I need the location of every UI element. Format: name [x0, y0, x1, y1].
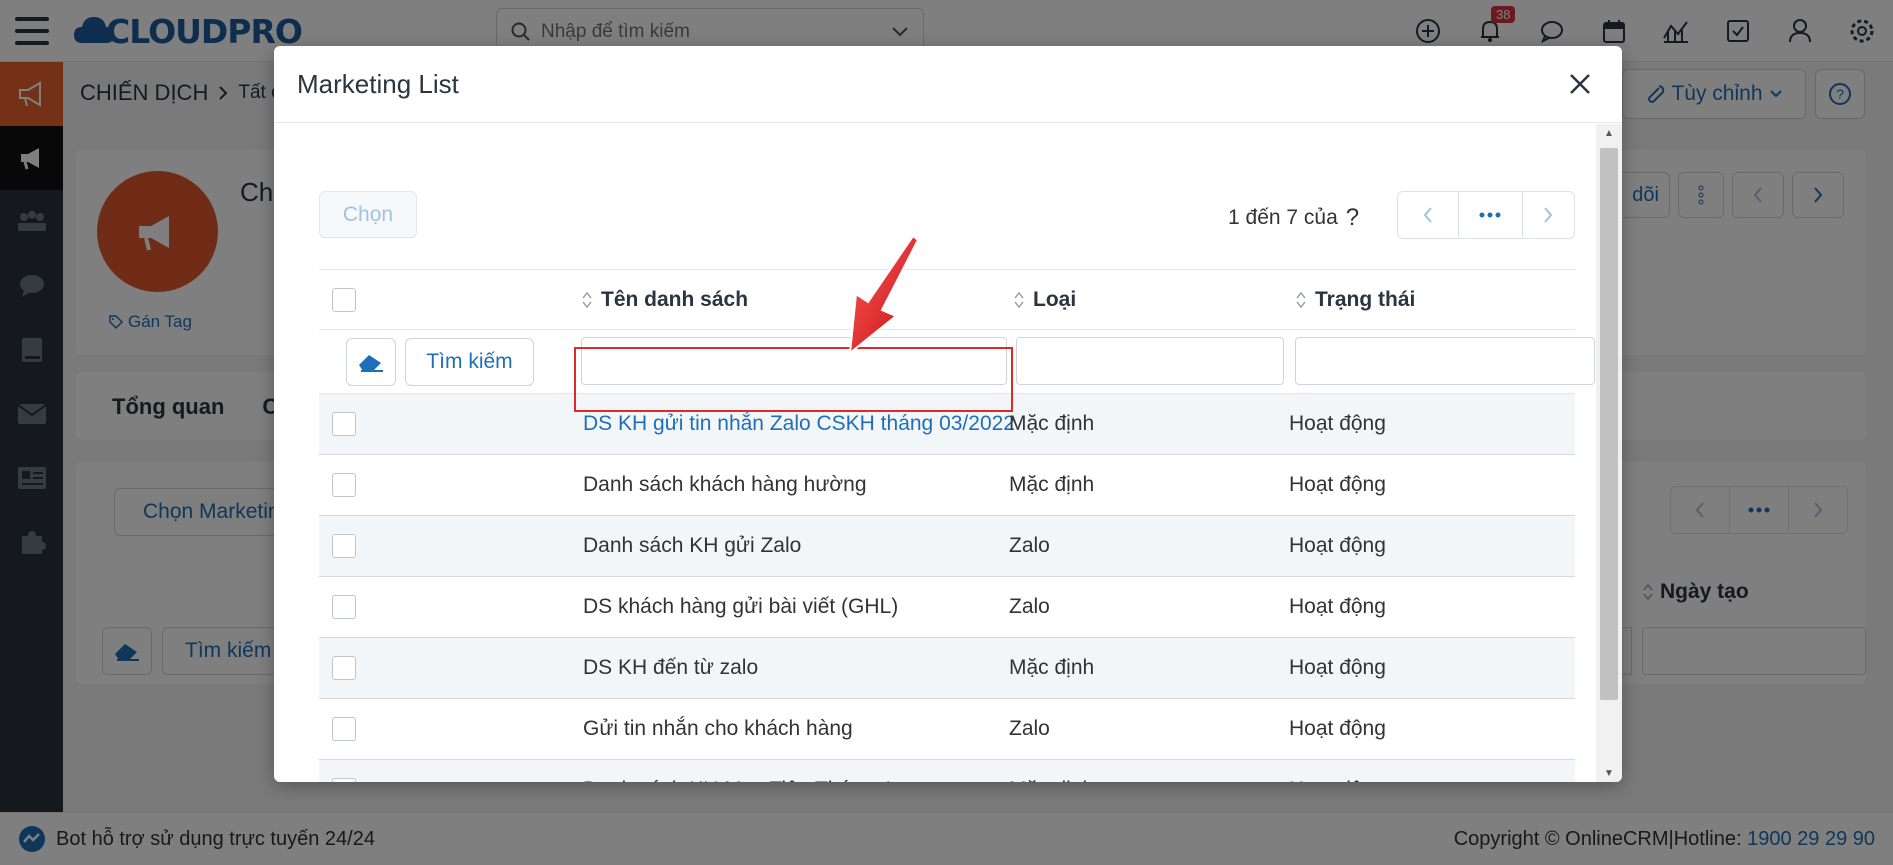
- row-status: Hoạt động: [1289, 656, 1386, 679]
- row-checkbox[interactable]: [332, 516, 356, 576]
- sort-icon: [1296, 291, 1306, 308]
- pager-range: 1 đến 7 của: [1228, 206, 1338, 229]
- row-name[interactable]: Danh sách khách hàng hường: [583, 455, 867, 515]
- scroll-down-arrow-icon[interactable]: ▼: [1596, 764, 1622, 782]
- pager-info: 1 đến 7 của ?: [1228, 204, 1359, 232]
- row-name[interactable]: Gửi tin nhắn cho khách hàng: [583, 699, 853, 759]
- column-header-type[interactable]: Loại: [1013, 270, 1076, 329]
- modal-body: Chọn 1 đến 7 của ? Tên danh sách Loại Tr…: [274, 124, 1596, 782]
- row-name[interactable]: DS KH đến từ zalo: [583, 638, 758, 698]
- row-checkbox[interactable]: [332, 577, 356, 637]
- clear-filter-button[interactable]: [346, 338, 396, 386]
- table-row[interactable]: DS khách hàng gửi bài viết (GHL) Zalo Ho…: [319, 577, 1575, 638]
- row-name[interactable]: Danh sách KH Mục Tiêu Tháng 4: [583, 760, 892, 782]
- row-checkbox[interactable]: [332, 699, 356, 759]
- highlight-annotation: [574, 347, 1013, 412]
- row-checkbox[interactable]: [332, 394, 356, 454]
- table-row[interactable]: Danh sách khách hàng hường Mặc định Hoạt…: [319, 455, 1575, 516]
- row-status: Hoạt động: [1289, 473, 1386, 496]
- select-all-checkbox[interactable]: [332, 270, 356, 329]
- filter-type-input[interactable]: [1016, 337, 1284, 385]
- pager-more-button[interactable]: [1459, 192, 1523, 238]
- row-status: Hoạt động: [1289, 534, 1386, 557]
- scroll-up-arrow-icon[interactable]: ▲: [1596, 124, 1622, 142]
- row-status: Hoạt động: [1289, 760, 1386, 782]
- pager-total[interactable]: ?: [1346, 204, 1359, 232]
- modal-title: Marketing List: [297, 68, 459, 99]
- chevron-right-icon: [1544, 207, 1553, 223]
- table-header: Tên danh sách Loại Trạng thái: [319, 269, 1575, 330]
- chevron-left-icon: [1423, 207, 1432, 223]
- row-status: Hoạt động: [1289, 717, 1386, 740]
- row-checkbox[interactable]: [332, 760, 356, 782]
- table-row[interactable]: Danh sách KH Mục Tiêu Tháng 4 Mặc định H…: [319, 760, 1575, 782]
- pager-next-button[interactable]: [1523, 192, 1574, 238]
- table-row[interactable]: Gửi tin nhắn cho khách hàng Zalo Hoạt độ…: [319, 699, 1575, 760]
- ellipsis-icon: [1479, 212, 1501, 218]
- row-type: Zalo: [1009, 717, 1050, 740]
- close-icon[interactable]: [1560, 64, 1600, 104]
- row-type: Zalo: [1009, 534, 1050, 557]
- row-type: Mặc định: [1009, 473, 1095, 496]
- eraser-icon: [359, 355, 383, 372]
- row-checkbox[interactable]: [332, 455, 356, 515]
- row-type: Zalo: [1009, 595, 1050, 618]
- marketing-list-modal: Marketing List Chọn 1 đến 7 của ? Tên da…: [274, 46, 1622, 782]
- row-type: Mặc định: [1009, 412, 1095, 435]
- row-type: Mặc định: [1009, 656, 1095, 679]
- row-name[interactable]: Danh sách KH gửi Zalo: [583, 516, 801, 576]
- pager-prev-button[interactable]: [1398, 192, 1460, 238]
- column-header-status[interactable]: Trạng thái: [1295, 270, 1415, 329]
- row-type: Mặc định: [1009, 760, 1094, 782]
- row-status: Hoạt động: [1289, 595, 1386, 618]
- marketing-list-table: Tên danh sách Loại Trạng thái Tìm kiếm D…: [319, 269, 1595, 782]
- modal-scrollbar[interactable]: ▲ ▼: [1596, 124, 1622, 782]
- filter-search-button[interactable]: Tìm kiếm: [405, 338, 534, 386]
- sort-icon: [1014, 291, 1024, 308]
- row-checkbox[interactable]: [332, 638, 356, 698]
- sort-icon: [582, 291, 592, 308]
- table-row[interactable]: Danh sách KH gửi Zalo Zalo Hoạt động: [319, 516, 1575, 577]
- filter-status-input[interactable]: [1295, 337, 1595, 385]
- modal-header: Marketing List: [274, 46, 1622, 123]
- pager: [1397, 191, 1575, 239]
- table-row[interactable]: DS KH đến từ zalo Mặc định Hoạt động: [319, 638, 1575, 699]
- pointer-arrow-icon: [848, 234, 920, 356]
- select-button[interactable]: Chọn: [319, 191, 417, 238]
- row-status: Hoạt động: [1289, 412, 1386, 435]
- scroll-thumb[interactable]: [1600, 148, 1618, 700]
- row-name[interactable]: DS khách hàng gửi bài viết (GHL): [583, 577, 898, 637]
- column-header-name[interactable]: Tên danh sách: [581, 270, 748, 329]
